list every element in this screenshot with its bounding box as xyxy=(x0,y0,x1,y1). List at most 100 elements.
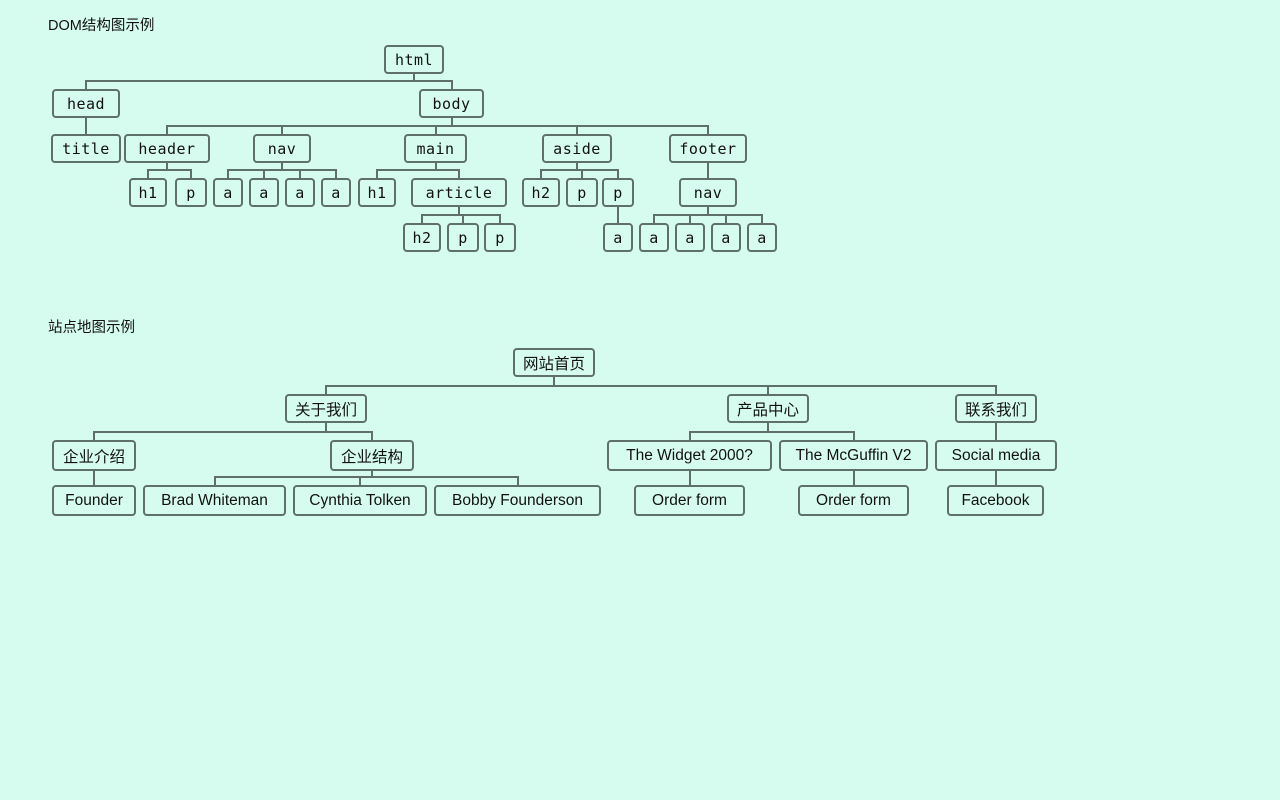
connector-line xyxy=(359,476,361,485)
dom-node-aside[interactable]: aside xyxy=(542,134,612,163)
sitemap-node-关于我们[interactable]: 关于我们 xyxy=(285,394,367,423)
connector-line xyxy=(617,207,619,214)
sitemap-node-bobby-founderson[interactable]: Bobby Founderson xyxy=(434,485,601,516)
sitemap-node-cynthia-tolken[interactable]: Cynthia Tolken xyxy=(293,485,427,516)
dom-node-article[interactable]: article xyxy=(411,178,507,207)
node-label: a xyxy=(757,228,767,247)
sitemap-node-企业结构[interactable]: 企业结构 xyxy=(330,440,414,471)
sitemap-node-联系我们[interactable]: 联系我们 xyxy=(955,394,1037,423)
connector-line xyxy=(995,385,997,394)
dom-node-h2[interactable]: h2 xyxy=(522,178,560,207)
connector-line xyxy=(214,476,216,485)
connector-line xyxy=(93,431,373,433)
sitemap-node-产品中心[interactable]: 产品中心 xyxy=(727,394,809,423)
node-label: title xyxy=(62,139,110,158)
sitemap-section-title: 站点地图示例 xyxy=(48,320,135,336)
dom-node-a[interactable]: a xyxy=(711,223,741,252)
dom-node-a[interactable]: a xyxy=(213,178,243,207)
dom-node-a[interactable]: a xyxy=(747,223,777,252)
connector-line xyxy=(458,169,460,178)
node-label: h1 xyxy=(138,183,158,202)
dom-node-p[interactable]: p xyxy=(175,178,207,207)
connector-line xyxy=(761,214,763,223)
connector-line xyxy=(458,207,460,214)
node-label: a xyxy=(259,183,269,202)
dom-node-main[interactable]: main xyxy=(404,134,467,163)
connector-line xyxy=(581,169,583,178)
dom-node-a[interactable]: a xyxy=(675,223,705,252)
sitemap-node-order-form[interactable]: Order form xyxy=(634,485,745,516)
node-label: Brad Whiteman xyxy=(161,491,268,509)
node-label: p xyxy=(186,183,196,202)
node-label: 产品中心 xyxy=(736,401,799,419)
connector-line xyxy=(421,214,423,223)
connector-line xyxy=(707,169,709,178)
node-label: Founder xyxy=(65,491,123,509)
dom-node-a[interactable]: a xyxy=(603,223,633,252)
node-label: The Widget 2000? xyxy=(626,446,753,464)
connector-line xyxy=(85,118,87,125)
connector-line xyxy=(421,214,501,216)
connector-line xyxy=(451,118,453,125)
dom-node-html[interactable]: html xyxy=(384,45,444,74)
dom-node-body[interactable]: body xyxy=(419,89,484,118)
connector-line xyxy=(263,169,265,178)
diagram-canvas: DOM结构图示例 站点地图示例 html head body title header n… xyxy=(0,0,1280,800)
sitemap-node-网站首页[interactable]: 网站首页 xyxy=(513,348,595,377)
dom-node-a[interactable]: a xyxy=(285,178,315,207)
dom-node-h1[interactable]: h1 xyxy=(129,178,167,207)
connector-line xyxy=(653,214,763,216)
connector-line xyxy=(147,169,149,178)
connector-line xyxy=(227,169,337,171)
dom-node-header[interactable]: header xyxy=(124,134,210,163)
dom-node-p[interactable]: p xyxy=(566,178,598,207)
connector-line xyxy=(553,377,555,385)
dom-node-footer[interactable]: footer xyxy=(669,134,747,163)
sitemap-node-the-mcguffin-v2[interactable]: The McGuffin V2 xyxy=(779,440,928,471)
node-label: 企业介绍 xyxy=(62,448,125,466)
sitemap-node-founder[interactable]: Founder xyxy=(52,485,136,516)
connector-line xyxy=(214,476,519,478)
connector-line xyxy=(299,169,301,178)
node-label: p xyxy=(458,228,468,247)
dom-node-nav[interactable]: nav xyxy=(253,134,311,163)
node-label: Bobby Founderson xyxy=(452,491,583,509)
node-label: a xyxy=(223,183,233,202)
node-label: 网站首页 xyxy=(522,355,585,373)
dom-node-p[interactable]: p xyxy=(447,223,479,252)
sitemap-node-social-media[interactable]: Social media xyxy=(935,440,1057,471)
node-label: main xyxy=(416,139,455,158)
dom-node-nav[interactable]: nav xyxy=(679,178,737,207)
dom-node-head[interactable]: head xyxy=(52,89,120,118)
dom-node-h2[interactable]: h2 xyxy=(403,223,441,252)
dom-node-title[interactable]: title xyxy=(51,134,121,163)
sitemap-node-brad-whiteman[interactable]: Brad Whiteman xyxy=(143,485,286,516)
sitemap-node-order-form[interactable]: Order form xyxy=(798,485,909,516)
dom-node-p[interactable]: p xyxy=(484,223,516,252)
connector-line xyxy=(376,169,378,178)
connector-line xyxy=(767,385,769,394)
sitemap-node-the-widget-2000[interactable]: The Widget 2000? xyxy=(607,440,772,471)
dom-node-h1[interactable]: h1 xyxy=(358,178,396,207)
connector-line xyxy=(85,80,87,89)
dom-node-a[interactable]: a xyxy=(321,178,351,207)
connector-line xyxy=(166,125,709,127)
connector-line xyxy=(147,169,192,171)
dom-node-a[interactable]: a xyxy=(639,223,669,252)
sitemap-node-facebook[interactable]: Facebook xyxy=(947,485,1044,516)
sitemap-node-企业介绍[interactable]: 企业介绍 xyxy=(52,440,136,471)
dom-node-a[interactable]: a xyxy=(249,178,279,207)
node-label: h2 xyxy=(531,183,551,202)
connector-line xyxy=(93,476,95,485)
connector-line xyxy=(707,207,709,214)
connector-line xyxy=(93,431,95,440)
connector-line xyxy=(767,423,769,431)
node-label: Cynthia Tolken xyxy=(309,491,411,509)
connector-line xyxy=(995,431,997,440)
node-label: 联系我们 xyxy=(964,401,1027,419)
node-label: aside xyxy=(553,139,601,158)
node-label: nav xyxy=(693,183,723,202)
connector-line xyxy=(190,169,192,178)
dom-node-p[interactable]: p xyxy=(602,178,634,207)
node-label: a xyxy=(613,228,623,247)
